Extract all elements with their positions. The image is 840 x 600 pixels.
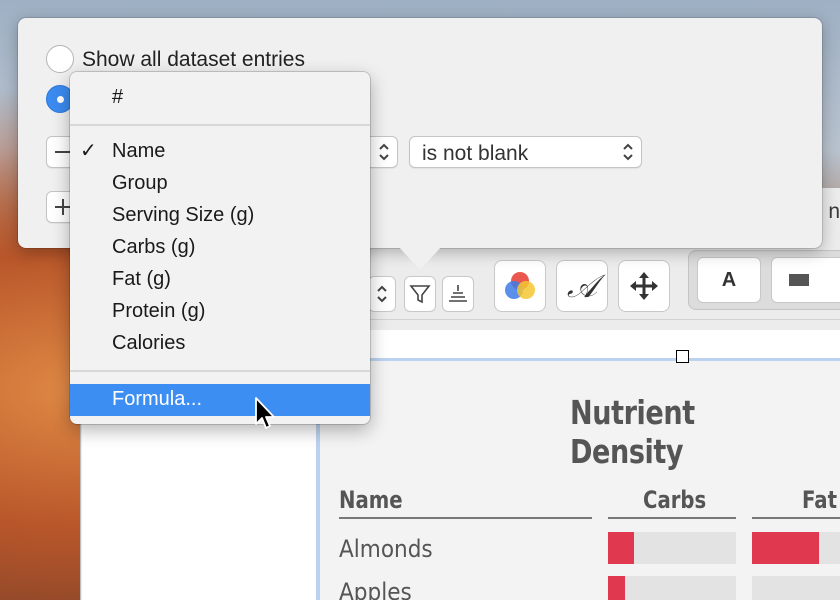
radio-show-all[interactable] <box>46 45 74 73</box>
menu-item-row-number[interactable]: # <box>70 82 370 114</box>
column-header-carbs: Carbs <box>643 486 707 514</box>
stepper-button[interactable] <box>368 276 396 312</box>
carbs-bar <box>608 576 625 600</box>
column-rule <box>752 517 840 519</box>
popover-arrow <box>398 246 442 270</box>
font-button[interactable]: 𝒜 <box>556 260 608 312</box>
table-row-name: Apples <box>339 578 412 600</box>
color-button[interactable] <box>494 260 546 312</box>
menu-item-formula[interactable]: Formula... <box>70 384 370 416</box>
menu-separator <box>70 370 370 372</box>
font-icon: 𝒜 <box>566 266 598 305</box>
carbs-bar <box>608 532 634 564</box>
toolbar-group: A <box>688 250 840 310</box>
column-rule <box>608 517 736 519</box>
carbs-bar-track <box>608 532 736 564</box>
resize-handle[interactable] <box>676 350 689 363</box>
menu-item-name[interactable]: ✓ Name <box>70 136 370 168</box>
checkmark-icon: ✓ <box>80 140 97 162</box>
sort-icon <box>449 285 467 302</box>
menu-item-fat[interactable]: Fat (g) <box>70 264 370 296</box>
chevron-updown-icon <box>379 143 389 161</box>
shape-style-icon <box>789 274 809 286</box>
condition-select-value: is not blank <box>422 142 529 165</box>
column-header-fat: Fat <box>802 486 837 514</box>
column-dropdown-menu: # ✓ Name Group Serving Size (g) Carbs (g… <box>70 72 370 424</box>
menu-item-serving-size[interactable]: Serving Size (g) <box>70 200 370 232</box>
menu-item-calories[interactable]: Calories <box>70 328 370 360</box>
move-button[interactable] <box>618 260 670 312</box>
carbs-bar-track <box>608 576 736 600</box>
filter-button[interactable] <box>404 276 436 312</box>
menu-item-carbs[interactable]: Carbs (g) <box>70 232 370 264</box>
stepper-icon <box>377 285 387 303</box>
sort-button[interactable] <box>442 276 474 312</box>
fat-bar-track <box>752 532 840 564</box>
column-header-name: Name <box>339 486 403 514</box>
filter-icon <box>409 285 431 304</box>
chevron-updown-icon <box>623 143 633 161</box>
menu-separator <box>70 124 370 126</box>
menu-item-label: Name <box>112 140 166 162</box>
window-title: n <box>828 200 840 223</box>
table-row-name: Almonds <box>339 535 433 563</box>
text-style-icon: A <box>721 268 737 291</box>
fat-bar-track <box>752 576 840 600</box>
column-rule <box>339 517 592 519</box>
document-title: Nutrient Density <box>570 393 695 471</box>
move-arrows-icon <box>630 272 658 300</box>
menu-item-group[interactable]: Group <box>70 168 370 200</box>
color-circles-icon <box>505 272 535 299</box>
radio-show-all-label: Show all dataset entries <box>82 48 305 71</box>
shape-style-button[interactable] <box>771 257 840 303</box>
menu-item-protein[interactable]: Protein (g) <box>70 296 370 328</box>
fat-bar <box>752 532 819 564</box>
minus-icon <box>55 151 71 153</box>
text-style-button[interactable]: A <box>697 257 761 303</box>
condition-select[interactable]: is not blank <box>409 136 642 168</box>
mouse-pointer-icon <box>255 397 275 429</box>
